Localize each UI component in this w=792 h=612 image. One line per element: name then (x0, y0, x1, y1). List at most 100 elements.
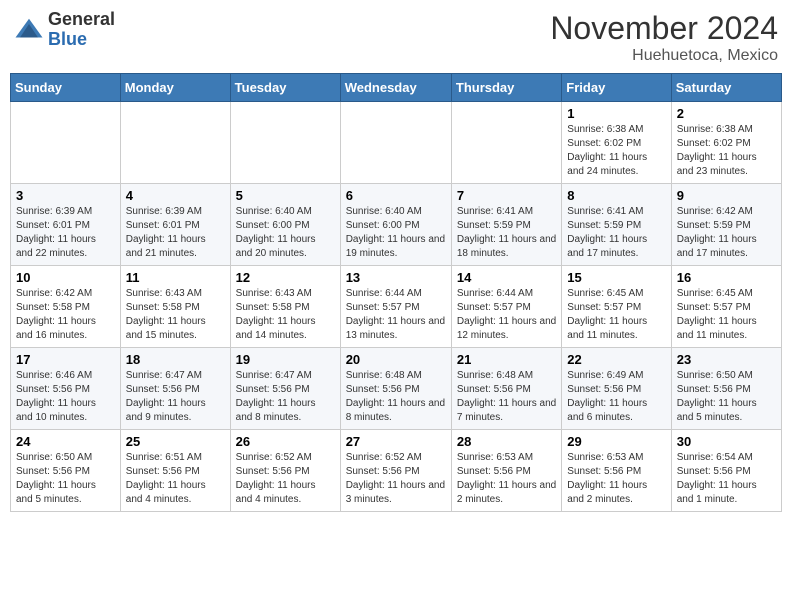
day-info: Sunrise: 6:39 AM Sunset: 6:01 PM Dayligh… (16, 205, 115, 261)
calendar-cell: 12 Sunrise: 6:43 AM Sunset: 5:58 PM Dayli… (230, 266, 340, 348)
calendar-cell: 8 Sunrise: 6:41 AM Sunset: 5:59 PM Daylig… (562, 184, 671, 266)
calendar-cell: 2 Sunrise: 6:38 AM Sunset: 6:02 PM Daylig… (671, 102, 781, 184)
day-number: 30 (677, 434, 776, 449)
day-info: Sunrise: 6:40 AM Sunset: 6:00 PM Dayligh… (346, 205, 446, 261)
calendar-cell (230, 102, 340, 184)
day-info: Sunrise: 6:41 AM Sunset: 5:59 PM Dayligh… (457, 205, 556, 261)
month-title: November 2024 (550, 10, 778, 47)
calendar-header-row: SundayMondayTuesdayWednesdayThursdayFrid… (11, 74, 782, 102)
day-info: Sunrise: 6:52 AM Sunset: 5:56 PM Dayligh… (346, 451, 446, 507)
location: Huehuetoca, Mexico (550, 47, 778, 65)
day-info: Sunrise: 6:48 AM Sunset: 5:56 PM Dayligh… (457, 369, 556, 425)
day-number: 18 (126, 352, 225, 367)
day-info: Sunrise: 6:46 AM Sunset: 5:56 PM Dayligh… (16, 369, 115, 425)
calendar-cell: 24 Sunrise: 6:50 AM Sunset: 5:56 PM Dayli… (11, 430, 121, 512)
day-info: Sunrise: 6:39 AM Sunset: 6:01 PM Dayligh… (126, 205, 225, 261)
day-number: 5 (236, 188, 335, 203)
day-info: Sunrise: 6:38 AM Sunset: 6:02 PM Dayligh… (677, 123, 776, 179)
day-number: 22 (567, 352, 665, 367)
day-info: Sunrise: 6:54 AM Sunset: 5:56 PM Dayligh… (677, 451, 776, 507)
calendar-cell: 16Sunrise: 6:45 AM Sunset: 5:57 PM Dayli… (671, 266, 781, 348)
day-number: 25 (126, 434, 225, 449)
logo-general-text: General (48, 10, 115, 30)
day-info: Sunrise: 6:38 AM Sunset: 6:02 PM Dayligh… (567, 123, 665, 179)
calendar-cell (11, 102, 121, 184)
day-info: Sunrise: 6:49 AM Sunset: 5:56 PM Dayligh… (567, 369, 665, 425)
calendar-cell (451, 102, 561, 184)
calendar-cell: 26 Sunrise: 6:52 AM Sunset: 5:56 PM Dayli… (230, 430, 340, 512)
logo-text: General Blue (48, 10, 115, 50)
day-info: Sunrise: 6:44 AM Sunset: 5:57 PM Dayligh… (457, 287, 556, 343)
day-number: 21 (457, 352, 556, 367)
day-number: 24 (16, 434, 115, 449)
day-number: 13 (346, 270, 446, 285)
calendar-header-monday: Monday (120, 74, 230, 102)
logo: General Blue (14, 10, 115, 50)
day-number: 6 (346, 188, 446, 203)
day-info: Sunrise: 6:43 AM Sunset: 5:58 PM Dayligh… (236, 287, 335, 343)
calendar-header-saturday: Saturday (671, 74, 781, 102)
calendar-cell: 19 Sunrise: 6:47 AM Sunset: 5:56 PM Dayli… (230, 348, 340, 430)
calendar-header-friday: Friday (562, 74, 671, 102)
day-number: 12 (236, 270, 335, 285)
day-info: Sunrise: 6:43 AM Sunset: 5:58 PM Dayligh… (126, 287, 225, 343)
day-info: Sunrise: 6:44 AM Sunset: 5:57 PM Dayligh… (346, 287, 446, 343)
day-info: Sunrise: 6:42 AM Sunset: 5:59 PM Dayligh… (677, 205, 776, 261)
day-number: 8 (567, 188, 665, 203)
day-number: 14 (457, 270, 556, 285)
day-number: 17 (16, 352, 115, 367)
day-info: Sunrise: 6:47 AM Sunset: 5:56 PM Dayligh… (236, 369, 335, 425)
day-number: 20 (346, 352, 446, 367)
calendar-cell: 10 Sunrise: 6:42 AM Sunset: 5:58 PM Dayli… (11, 266, 121, 348)
day-info: Sunrise: 6:41 AM Sunset: 5:59 PM Dayligh… (567, 205, 665, 261)
calendar-cell: 17 Sunrise: 6:46 AM Sunset: 5:56 PM Dayli… (11, 348, 121, 430)
page-header: General Blue November 2024 Huehuetoca, M… (10, 10, 782, 65)
title-area: November 2024 Huehuetoca, Mexico (550, 10, 778, 65)
calendar-header-wednesday: Wednesday (340, 74, 451, 102)
day-info: Sunrise: 6:53 AM Sunset: 5:56 PM Dayligh… (457, 451, 556, 507)
day-info: Sunrise: 6:50 AM Sunset: 5:56 PM Dayligh… (677, 369, 776, 425)
calendar-cell: 1 Sunrise: 6:38 AM Sunset: 6:02 PM Daylig… (562, 102, 671, 184)
calendar-cell: 25Sunrise: 6:51 AM Sunset: 5:56 PM Dayli… (120, 430, 230, 512)
calendar-cell: 15Sunrise: 6:45 AM Sunset: 5:57 PM Dayli… (562, 266, 671, 348)
calendar-cell: 11 Sunrise: 6:43 AM Sunset: 5:58 PM Dayli… (120, 266, 230, 348)
logo-icon (14, 15, 44, 45)
day-info: Sunrise: 6:52 AM Sunset: 5:56 PM Dayligh… (236, 451, 335, 507)
calendar-cell: 22 Sunrise: 6:49 AM Sunset: 5:56 PM Dayli… (562, 348, 671, 430)
calendar-cell: 30 Sunrise: 6:54 AM Sunset: 5:56 PM Dayli… (671, 430, 781, 512)
day-number: 2 (677, 106, 776, 121)
calendar-header-tuesday: Tuesday (230, 74, 340, 102)
day-number: 10 (16, 270, 115, 285)
day-number: 7 (457, 188, 556, 203)
day-number: 26 (236, 434, 335, 449)
calendar-cell: 9 Sunrise: 6:42 AM Sunset: 5:59 PM Daylig… (671, 184, 781, 266)
calendar-cell: 28 Sunrise: 6:53 AM Sunset: 5:56 PM Dayli… (451, 430, 561, 512)
day-info: Sunrise: 6:50 AM Sunset: 5:56 PM Dayligh… (16, 451, 115, 507)
calendar-cell: 6 Sunrise: 6:40 AM Sunset: 6:00 PM Daylig… (340, 184, 451, 266)
day-number: 28 (457, 434, 556, 449)
calendar-week-row: 24 Sunrise: 6:50 AM Sunset: 5:56 PM Dayli… (11, 430, 782, 512)
calendar-cell: 7 Sunrise: 6:41 AM Sunset: 5:59 PM Daylig… (451, 184, 561, 266)
calendar-cell: 18Sunrise: 6:47 AM Sunset: 5:56 PM Dayli… (120, 348, 230, 430)
day-number: 29 (567, 434, 665, 449)
logo-blue-text: Blue (48, 30, 115, 50)
calendar-cell: 4 Sunrise: 6:39 AM Sunset: 6:01 PM Daylig… (120, 184, 230, 266)
calendar-cell: 14 Sunrise: 6:44 AM Sunset: 5:57 PM Dayli… (451, 266, 561, 348)
day-number: 1 (567, 106, 665, 121)
day-number: 9 (677, 188, 776, 203)
calendar-cell: 13 Sunrise: 6:44 AM Sunset: 5:57 PM Dayli… (340, 266, 451, 348)
calendar-cell: 27Sunrise: 6:52 AM Sunset: 5:56 PM Dayli… (340, 430, 451, 512)
calendar-week-row: 10 Sunrise: 6:42 AM Sunset: 5:58 PM Dayli… (11, 266, 782, 348)
calendar-cell: 29Sunrise: 6:53 AM Sunset: 5:56 PM Dayli… (562, 430, 671, 512)
day-info: Sunrise: 6:45 AM Sunset: 5:57 PM Dayligh… (677, 287, 776, 343)
day-number: 19 (236, 352, 335, 367)
day-info: Sunrise: 6:42 AM Sunset: 5:58 PM Dayligh… (16, 287, 115, 343)
calendar-cell: 5Sunrise: 6:40 AM Sunset: 6:00 PM Daylig… (230, 184, 340, 266)
calendar-cell: 21 Sunrise: 6:48 AM Sunset: 5:56 PM Dayli… (451, 348, 561, 430)
calendar-cell: 20Sunrise: 6:48 AM Sunset: 5:56 PM Dayli… (340, 348, 451, 430)
day-number: 4 (126, 188, 225, 203)
calendar-cell (120, 102, 230, 184)
day-number: 23 (677, 352, 776, 367)
calendar-header-thursday: Thursday (451, 74, 561, 102)
day-number: 11 (126, 270, 225, 285)
